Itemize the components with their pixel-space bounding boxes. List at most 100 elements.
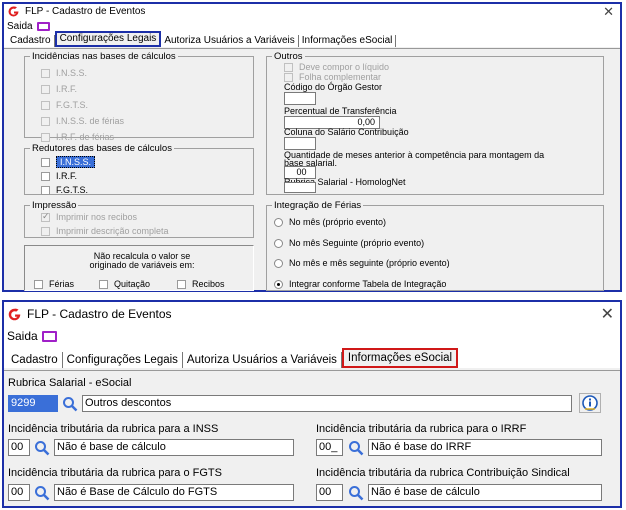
chk-ferias[interactable]: Férias — [34, 279, 74, 289]
monitor-icon — [41, 330, 57, 342]
tab-strip: Cadastro Configurações Legais Autoriza U… — [4, 346, 620, 368]
chk-incid-irf-ferias[interactable]: I.R.F. de férias — [41, 132, 114, 142]
chk-label: I.R.F. de férias — [56, 132, 115, 142]
tab-informacoes-esocial[interactable]: Informações eSocial — [299, 35, 397, 47]
checkbox[interactable] — [41, 116, 50, 126]
close-icon[interactable]: ✕ — [603, 4, 614, 20]
chk-label: I.R.F. — [56, 84, 78, 94]
rubrica-esocial-label: Rubrica Salarial - eSocial — [8, 377, 132, 389]
chk-label: I.N.S.S. — [56, 156, 96, 168]
checkbox[interactable] — [41, 226, 50, 236]
chk-red-inss[interactable]: I.N.S.S. — [41, 156, 96, 168]
codigo-orgao-input[interactable] — [284, 92, 316, 105]
chk-quitacao[interactable]: Quitação — [99, 279, 150, 289]
irrf-code-input[interactable]: 00_ — [316, 439, 343, 456]
chk-label: Férias — [49, 279, 75, 289]
fgts-desc-input[interactable]: Não é Base de Cálculo do FGTS — [54, 484, 294, 501]
radio-button[interactable] — [274, 238, 283, 248]
tab-configuracoes-legais[interactable]: Configurações Legais — [63, 352, 183, 368]
chk-label: Deve compor o líquido — [299, 62, 390, 72]
chk-imprimir-descricao[interactable]: Imprimir descrição completa — [41, 226, 169, 236]
inss-desc-input[interactable]: Não é base de cálculo — [54, 439, 294, 456]
chk-incid-fgts[interactable]: F.G.T.S. — [41, 100, 88, 110]
menu-saida[interactable]: Saida — [7, 21, 50, 32]
search-icon[interactable] — [348, 485, 364, 501]
radio-label: No mês e mês seguinte (próprio evento) — [289, 258, 450, 268]
checkbox[interactable] — [41, 84, 50, 94]
checkbox[interactable] — [284, 72, 293, 82]
window-informacoes-esocial: FLP - Cadastro de Eventos ✕ Saida Cadast… — [2, 300, 622, 508]
checkbox[interactable] — [41, 171, 50, 181]
chk-compor-liquido[interactable]: Deve compor o líquido — [284, 62, 389, 72]
chk-label: Quitação — [114, 279, 151, 289]
checkbox[interactable] — [99, 279, 108, 289]
tab-cadastro[interactable]: Cadastro — [7, 35, 55, 47]
search-icon[interactable] — [348, 440, 364, 456]
nao-recalcula-line2: originado de variáveis em: — [89, 260, 195, 270]
radio-tabela-integracao[interactable]: Integrar conforme Tabela de Integração — [274, 279, 446, 289]
chk-red-irf[interactable]: I.R.F. — [41, 171, 77, 181]
radio-mes-seguinte[interactable]: No mês Seguinte (próprio evento) — [274, 238, 424, 248]
radio-button[interactable] — [274, 279, 283, 289]
group-integracao-legend: Integração de Férias — [274, 200, 362, 211]
radio-mes-e-seguinte[interactable]: No mês e mês seguinte (próprio evento) — [274, 258, 450, 268]
checkbox[interactable] — [41, 132, 50, 142]
menu-saida-label: Saida — [7, 329, 38, 343]
window-title: FLP - Cadastro de Eventos — [27, 307, 172, 321]
coluna-label: Coluna do Salário Contribuição — [284, 127, 409, 137]
group-impressao-legend: Impressão — [32, 200, 77, 211]
chk-imprimir-recibos[interactable]: Imprimir nos recibos — [41, 211, 137, 222]
menu-saida[interactable]: Saida — [7, 329, 57, 343]
chk-incid-inss-ferias[interactable]: I.N.S.S. de férias — [41, 116, 124, 126]
tab-strip: Cadastro Configurações Legais Autoriza U… — [4, 31, 620, 47]
tab-informacoes-esocial[interactable]: Informações eSocial — [341, 348, 459, 368]
info-icon[interactable] — [579, 393, 601, 413]
chk-label: Folha complementar — [299, 72, 382, 82]
rubrica-code-input[interactable]: 9299 — [8, 395, 58, 412]
flp-logo-icon — [7, 308, 22, 321]
rubrica-homolognet-input[interactable] — [284, 182, 316, 193]
tab-cadastro[interactable]: Cadastro — [7, 352, 63, 368]
percentual-label: Percentual de Transferência — [284, 106, 397, 116]
checkbox[interactable] — [177, 279, 186, 289]
sindical-code-input[interactable]: 00 — [316, 484, 343, 501]
checkbox[interactable] — [41, 211, 50, 222]
tab-autoriza-usuarios[interactable]: Autoriza Usuários a Variáveis — [183, 352, 342, 368]
menu-saida-label: Saida — [7, 20, 33, 32]
chk-incid-irf[interactable]: I.R.F. — [41, 84, 77, 94]
radio-button[interactable] — [274, 217, 283, 227]
fgts-code-input[interactable]: 00 — [8, 484, 30, 501]
sindical-desc-input[interactable]: Não é base de cálculo — [368, 484, 602, 501]
group-redutores-legend: Redutores das bases de cálculos — [32, 143, 172, 154]
chk-recibos[interactable]: Recibos — [177, 279, 225, 289]
window-title: FLP - Cadastro de Eventos — [25, 6, 146, 17]
checkbox[interactable] — [41, 100, 50, 110]
tab-configuracoes-legais[interactable]: Configurações Legais — [54, 31, 162, 47]
search-icon[interactable] — [62, 396, 78, 412]
search-icon[interactable] — [34, 485, 50, 501]
chk-folha-complementar[interactable]: Folha complementar — [284, 72, 381, 82]
checkbox[interactable] — [41, 157, 50, 167]
flp-logo-icon — [7, 6, 20, 17]
checkbox[interactable] — [41, 185, 50, 195]
chk-label: I.R.F. — [56, 171, 78, 181]
chk-label: I.N.S.S. de férias — [56, 116, 125, 126]
coluna-input[interactable] — [284, 137, 316, 150]
rubrica-desc-input[interactable]: Outros descontos — [82, 395, 572, 412]
chk-red-fgts[interactable]: F.G.T.S. — [41, 185, 88, 195]
radio-button[interactable] — [274, 258, 283, 268]
checkbox[interactable] — [41, 68, 50, 78]
tab-autoriza-usuarios[interactable]: Autoriza Usuários a Variáveis — [161, 35, 299, 47]
fgts-label: Incidência tributária da rubrica para o … — [8, 467, 222, 479]
checkbox[interactable] — [284, 62, 293, 72]
inss-code-input[interactable]: 00 — [8, 439, 30, 456]
search-icon[interactable] — [34, 440, 50, 456]
checkbox[interactable] — [34, 279, 43, 289]
close-icon[interactable]: ✕ — [601, 304, 614, 324]
inss-label: Incidência tributária da rubrica para a … — [8, 423, 219, 435]
radio-label: No mês Seguinte (próprio evento) — [289, 238, 425, 248]
radio-no-mes[interactable]: No mês (próprio evento) — [274, 217, 386, 227]
chk-incid-inss[interactable]: I.N.S.S. — [41, 68, 87, 78]
chk-label: I.N.S.S. — [56, 68, 88, 78]
irrf-desc-input[interactable]: Não é base do IRRF — [368, 439, 602, 456]
